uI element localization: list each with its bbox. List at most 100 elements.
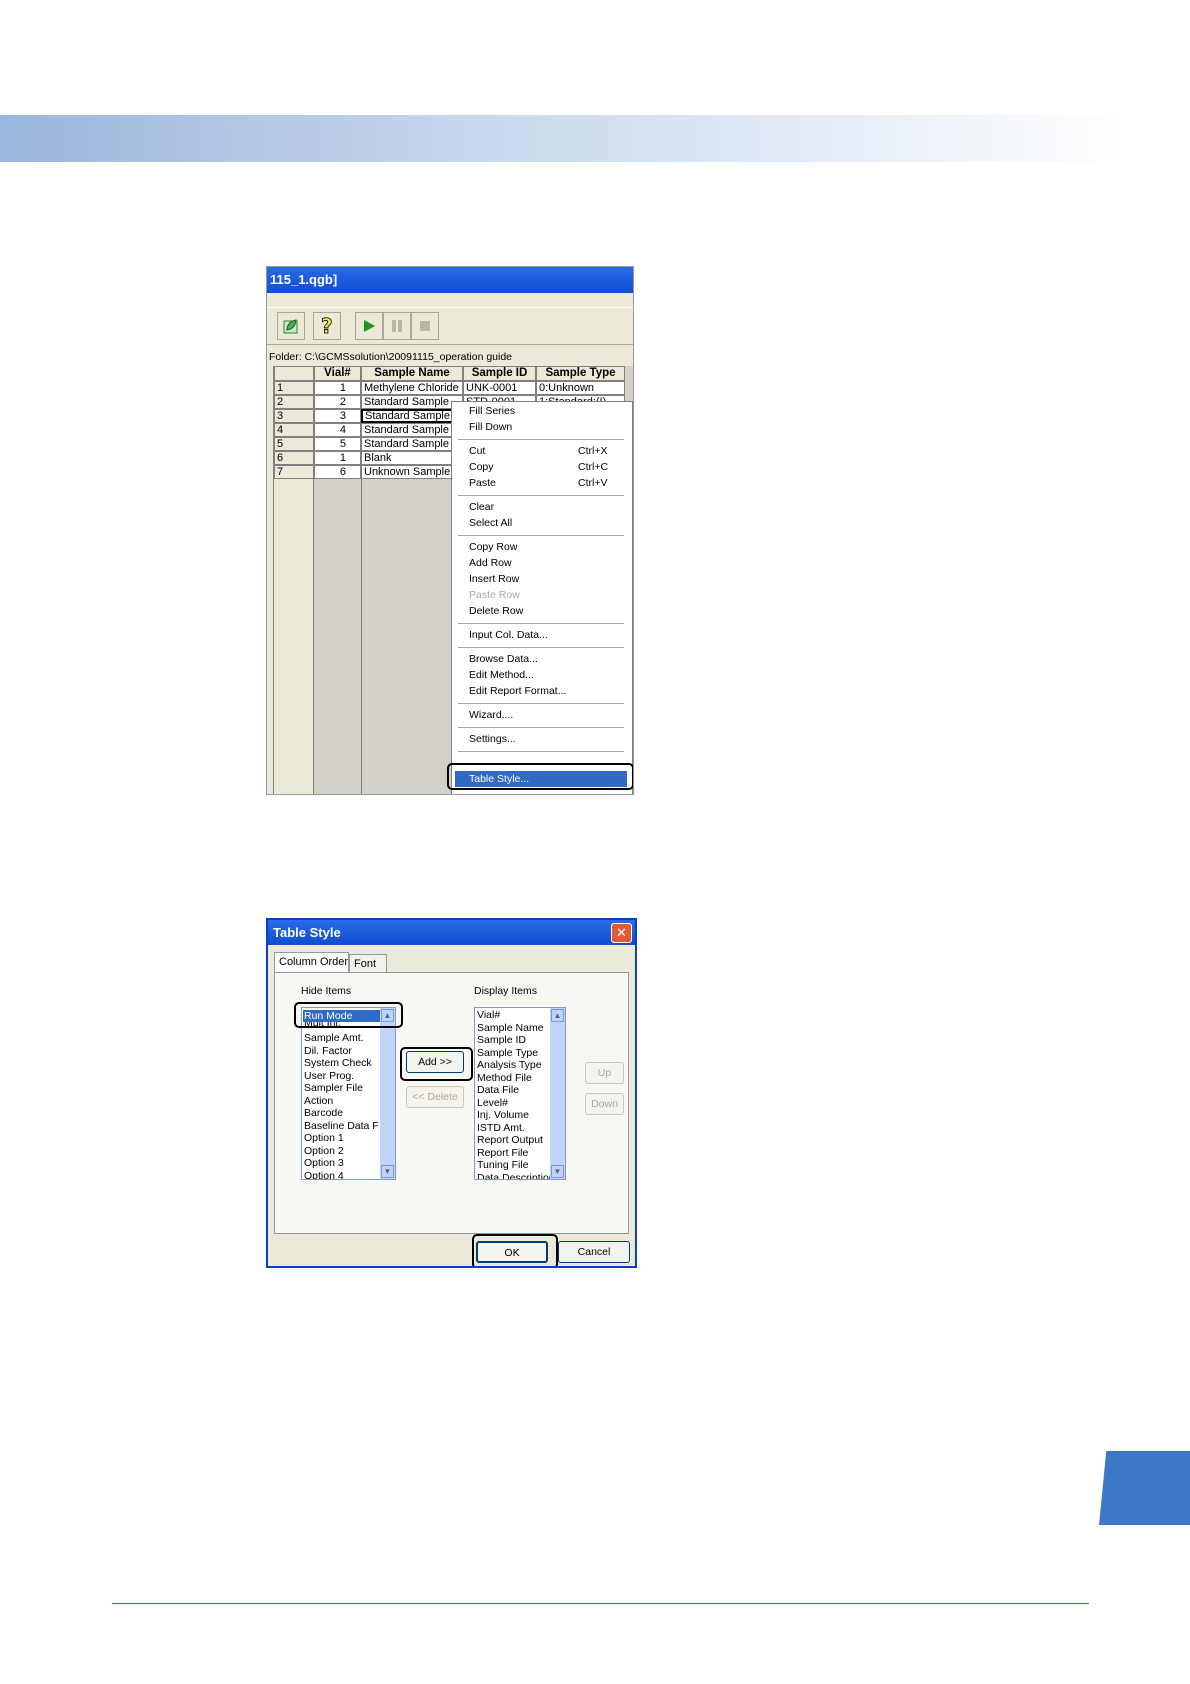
menu-edit-method[interactable]: Edit Method... xyxy=(452,667,630,683)
list-item[interactable]: Option 2 xyxy=(304,1145,344,1157)
menu-paste-row: Paste Row xyxy=(469,589,520,601)
menu-input-col-data[interactable]: Input Col. Data... xyxy=(452,627,630,643)
sample-id-cell[interactable]: UNK-0001 xyxy=(463,381,536,395)
menu-separator xyxy=(458,751,624,752)
list-item[interactable]: Action xyxy=(304,1095,333,1107)
header-sample-id[interactable]: Sample ID xyxy=(463,366,536,381)
list-item[interactable]: Data File xyxy=(477,1084,519,1096)
list-item[interactable]: Data Description xyxy=(477,1172,555,1180)
row-number[interactable]: 6 xyxy=(274,451,314,465)
close-icon[interactable]: ✕ xyxy=(611,923,632,943)
vial-cell[interactable]: 3 xyxy=(314,409,361,423)
row-number[interactable]: 7 xyxy=(274,465,314,479)
up-button: Up xyxy=(585,1062,624,1084)
sample-name-cell[interactable]: Standard Sample xyxy=(361,423,463,437)
list-item[interactable]: Tuning File xyxy=(477,1159,529,1171)
list-item[interactable]: Method File xyxy=(477,1072,532,1084)
menu-cut-shortcut: Ctrl+X xyxy=(578,445,608,457)
list-item[interactable]: ISTD Amt. xyxy=(477,1122,525,1134)
folder-path: Folder: C:\GCMSsolution\20091115_operati… xyxy=(269,351,513,363)
sample-type-cell[interactable]: 0:Unknown xyxy=(536,381,625,395)
row-header-column xyxy=(274,479,314,794)
toolbar: ? xyxy=(267,307,633,345)
list-item[interactable]: Level# xyxy=(477,1097,508,1109)
menu-settings[interactable]: Settings... xyxy=(452,731,630,747)
list-item[interactable]: Option 3 xyxy=(304,1157,344,1169)
menu-copy-row[interactable]: Copy Row xyxy=(452,539,630,555)
menu-select-all[interactable]: Select All xyxy=(452,515,630,531)
hide-items-scrollbar[interactable]: ▲ ▼ xyxy=(380,1008,395,1179)
sample-name-cell[interactable]: Unknown Sample xyxy=(361,465,463,479)
row-number[interactable]: 3 xyxy=(274,409,314,423)
list-item[interactable]: Sample Amt. xyxy=(304,1032,364,1044)
pause-icon[interactable] xyxy=(383,312,411,340)
hide-items-list[interactable]: Run Mode Mult Inj. Sample Amt. Dil. Fact… xyxy=(301,1007,396,1180)
list-item[interactable]: Analysis Type xyxy=(477,1059,542,1071)
scroll-down-icon[interactable]: ▼ xyxy=(551,1165,564,1178)
list-item[interactable]: Report Output xyxy=(477,1134,543,1146)
vial-cell[interactable]: 1 xyxy=(314,451,361,465)
menu-fill-series[interactable]: Fill Series xyxy=(452,403,630,419)
menu-add-row[interactable]: Add Row xyxy=(452,555,630,571)
header-vial[interactable]: Vial# xyxy=(314,366,361,381)
list-item[interactable]: Sampler File xyxy=(304,1082,363,1094)
svg-text:?: ? xyxy=(321,315,333,337)
display-items-list[interactable]: Vial# Sample Name Sample ID Sample Type … xyxy=(474,1007,566,1180)
vial-cell[interactable]: 4 xyxy=(314,423,361,437)
table-style-dialog: Table Style ✕ Column Order Font Hide Ite… xyxy=(266,918,637,1268)
dialog-title: Table Style xyxy=(268,920,635,945)
menu-browse-data[interactable]: Browse Data... xyxy=(452,651,630,667)
display-items-label: Display Items xyxy=(474,985,538,997)
row-number[interactable]: 5 xyxy=(274,437,314,451)
list-item[interactable]: Inj. Volume xyxy=(477,1109,529,1121)
row-number[interactable]: 1 xyxy=(274,381,314,395)
menu-paste[interactable]: Paste Ctrl+V xyxy=(452,475,630,491)
list-item[interactable]: Report File xyxy=(477,1147,528,1159)
column-divider xyxy=(361,479,362,794)
row-number[interactable]: 4 xyxy=(274,423,314,437)
list-item[interactable]: Sample Name xyxy=(477,1022,544,1034)
cancel-button[interactable]: Cancel xyxy=(558,1241,630,1263)
row-number[interactable]: 2 xyxy=(274,395,314,409)
help-icon[interactable]: ? xyxy=(313,312,341,340)
sample-name-cell[interactable]: Blank xyxy=(361,451,463,465)
menu-cut[interactable]: Cut Ctrl+X xyxy=(452,443,630,459)
list-item[interactable]: Sample ID xyxy=(477,1034,526,1046)
list-item[interactable]: Baseline Data F xyxy=(304,1120,379,1132)
vial-cell[interactable]: 5 xyxy=(314,437,361,451)
leaf-icon[interactable] xyxy=(277,312,305,340)
list-item[interactable]: Option 1 xyxy=(304,1132,344,1144)
menu-delete-row[interactable]: Delete Row xyxy=(452,603,630,619)
header-sample-name[interactable]: Sample Name xyxy=(361,366,463,381)
play-icon[interactable] xyxy=(355,312,383,340)
scroll-down-icon[interactable]: ▼ xyxy=(381,1165,394,1178)
display-items-scrollbar[interactable]: ▲ ▼ xyxy=(550,1008,565,1179)
list-item[interactable]: Vial# xyxy=(477,1009,500,1021)
vial-cell[interactable]: 6 xyxy=(314,465,361,479)
menu-insert-row[interactable]: Insert Row xyxy=(452,571,630,587)
tab-column-order[interactable]: Column Order xyxy=(274,952,349,972)
list-item[interactable]: Dil. Factor xyxy=(304,1045,352,1057)
menu-clear[interactable]: Clear xyxy=(452,499,630,515)
menu-wizard[interactable]: Wizard.... xyxy=(452,707,630,723)
menu-copy[interactable]: Copy Ctrl+C xyxy=(452,459,630,475)
scroll-up-icon[interactable]: ▲ xyxy=(551,1009,564,1022)
list-item[interactable]: System Check xyxy=(304,1057,372,1069)
sample-name-cell[interactable]: Standard Sample xyxy=(361,395,463,409)
vial-cell[interactable]: 2 xyxy=(314,395,361,409)
vial-cell[interactable]: 1 xyxy=(314,381,361,395)
sample-name-cell[interactable]: Standard Sample xyxy=(361,437,463,451)
header-sample-type[interactable]: Sample Type xyxy=(536,366,625,381)
sample-name-cell[interactable]: Methylene Chloride xyxy=(361,381,463,395)
menu-edit-report-format[interactable]: Edit Report Format... xyxy=(452,683,630,699)
list-item[interactable]: User Prog. xyxy=(304,1070,354,1082)
menu-fill-down[interactable]: Fill Down xyxy=(452,419,630,435)
tab-font[interactable]: Font xyxy=(349,954,387,972)
ok-button-highlight xyxy=(472,1234,558,1266)
sample-name-cell-selected[interactable]: Standard Sample xyxy=(361,409,463,423)
list-item[interactable]: Barcode xyxy=(304,1107,343,1119)
table-style-highlight xyxy=(447,763,633,790)
stop-icon[interactable] xyxy=(411,312,439,340)
list-item[interactable]: Sample Type xyxy=(477,1047,538,1059)
list-item[interactable]: Option 4 xyxy=(304,1170,344,1180)
